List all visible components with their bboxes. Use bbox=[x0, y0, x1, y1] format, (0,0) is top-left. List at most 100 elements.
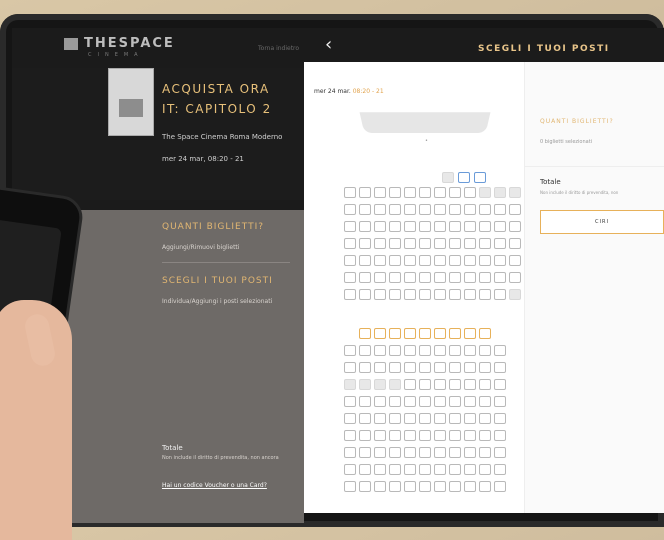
seat[interactable] bbox=[404, 481, 416, 492]
seat[interactable] bbox=[359, 379, 371, 390]
seat[interactable] bbox=[464, 396, 476, 407]
seat[interactable] bbox=[434, 447, 446, 458]
seat[interactable] bbox=[404, 430, 416, 441]
seat[interactable] bbox=[359, 221, 371, 232]
seat[interactable] bbox=[404, 272, 416, 283]
seat[interactable] bbox=[374, 204, 386, 215]
seat[interactable] bbox=[509, 238, 521, 249]
seat[interactable] bbox=[344, 447, 356, 458]
seat[interactable] bbox=[374, 187, 386, 198]
seat[interactable] bbox=[374, 413, 386, 424]
seats-step-sub[interactable]: Individua/Aggiungi i posti selezionati bbox=[162, 298, 272, 305]
seat[interactable] bbox=[494, 238, 506, 249]
seat[interactable] bbox=[374, 272, 386, 283]
seat[interactable] bbox=[374, 379, 386, 390]
seat[interactable] bbox=[404, 221, 416, 232]
seat[interactable] bbox=[419, 328, 431, 339]
seat[interactable] bbox=[374, 362, 386, 373]
seat[interactable] bbox=[464, 447, 476, 458]
seat[interactable] bbox=[389, 328, 401, 339]
seat[interactable] bbox=[389, 413, 401, 424]
seat[interactable] bbox=[464, 430, 476, 441]
seat[interactable] bbox=[449, 430, 461, 441]
tickets-step-title[interactable]: QUANTI BIGLIETTI? bbox=[162, 222, 264, 232]
seat[interactable] bbox=[434, 204, 446, 215]
seat[interactable] bbox=[374, 238, 386, 249]
seat[interactable] bbox=[404, 289, 416, 300]
seat[interactable] bbox=[389, 481, 401, 492]
back-link[interactable]: Torna indietro bbox=[258, 45, 299, 52]
voucher-link[interactable]: Hai un codice Voucher o una Card? bbox=[162, 482, 267, 489]
seat[interactable] bbox=[374, 430, 386, 441]
seat[interactable] bbox=[449, 255, 461, 266]
tickets-step-sub[interactable]: Aggiungi/Rimuovi biglietti bbox=[162, 244, 239, 251]
seat[interactable] bbox=[359, 238, 371, 249]
seat[interactable] bbox=[359, 362, 371, 373]
seat[interactable] bbox=[449, 447, 461, 458]
seat[interactable] bbox=[464, 328, 476, 339]
seat[interactable] bbox=[494, 289, 506, 300]
seat[interactable] bbox=[344, 187, 356, 198]
seat[interactable] bbox=[474, 172, 486, 183]
seat[interactable] bbox=[344, 413, 356, 424]
seat[interactable] bbox=[434, 238, 446, 249]
seat[interactable] bbox=[494, 413, 506, 424]
seat[interactable] bbox=[389, 430, 401, 441]
seat[interactable] bbox=[479, 328, 491, 339]
seat[interactable] bbox=[464, 255, 476, 266]
seat[interactable] bbox=[449, 221, 461, 232]
seat[interactable] bbox=[404, 238, 416, 249]
seat[interactable] bbox=[464, 413, 476, 424]
seat[interactable] bbox=[389, 255, 401, 266]
seat[interactable] bbox=[434, 430, 446, 441]
seat[interactable] bbox=[419, 289, 431, 300]
seat[interactable] bbox=[479, 255, 491, 266]
seat[interactable] bbox=[494, 187, 506, 198]
seat[interactable] bbox=[359, 272, 371, 283]
seat[interactable] bbox=[509, 272, 521, 283]
seat[interactable] bbox=[359, 447, 371, 458]
seat[interactable] bbox=[479, 464, 491, 475]
seat[interactable] bbox=[479, 221, 491, 232]
seat[interactable] bbox=[389, 396, 401, 407]
seat[interactable] bbox=[449, 362, 461, 373]
seat[interactable] bbox=[449, 187, 461, 198]
seat[interactable] bbox=[374, 464, 386, 475]
seat[interactable] bbox=[359, 187, 371, 198]
seat[interactable] bbox=[404, 379, 416, 390]
seat[interactable] bbox=[359, 204, 371, 215]
logo[interactable]: THESPACE bbox=[64, 36, 175, 51]
seat[interactable] bbox=[494, 204, 506, 215]
seat[interactable] bbox=[479, 481, 491, 492]
seat[interactable] bbox=[479, 187, 491, 198]
seat[interactable] bbox=[359, 464, 371, 475]
seat[interactable] bbox=[389, 238, 401, 249]
seat[interactable] bbox=[374, 447, 386, 458]
seat[interactable] bbox=[419, 221, 431, 232]
seat[interactable] bbox=[404, 413, 416, 424]
seat[interactable] bbox=[389, 464, 401, 475]
seat[interactable] bbox=[419, 447, 431, 458]
seat[interactable] bbox=[419, 430, 431, 441]
seats-step-title[interactable]: SCEGLI I TUOI POSTI bbox=[162, 276, 273, 286]
seat[interactable] bbox=[404, 447, 416, 458]
seat[interactable] bbox=[389, 289, 401, 300]
seat[interactable] bbox=[494, 362, 506, 373]
seat[interactable] bbox=[374, 481, 386, 492]
seat[interactable] bbox=[464, 238, 476, 249]
seat[interactable] bbox=[374, 328, 386, 339]
seat[interactable] bbox=[419, 362, 431, 373]
continue-button[interactable]: CIRI bbox=[540, 210, 664, 234]
seat[interactable] bbox=[464, 221, 476, 232]
seat[interactable] bbox=[374, 255, 386, 266]
seat[interactable] bbox=[374, 396, 386, 407]
seat[interactable] bbox=[434, 396, 446, 407]
seat[interactable] bbox=[464, 362, 476, 373]
seat[interactable] bbox=[404, 345, 416, 356]
chevron-left-icon[interactable]: ‹ bbox=[325, 36, 332, 54]
seat[interactable] bbox=[404, 396, 416, 407]
seat[interactable] bbox=[449, 413, 461, 424]
seat[interactable] bbox=[404, 464, 416, 475]
seat[interactable] bbox=[494, 221, 506, 232]
seat[interactable] bbox=[419, 396, 431, 407]
